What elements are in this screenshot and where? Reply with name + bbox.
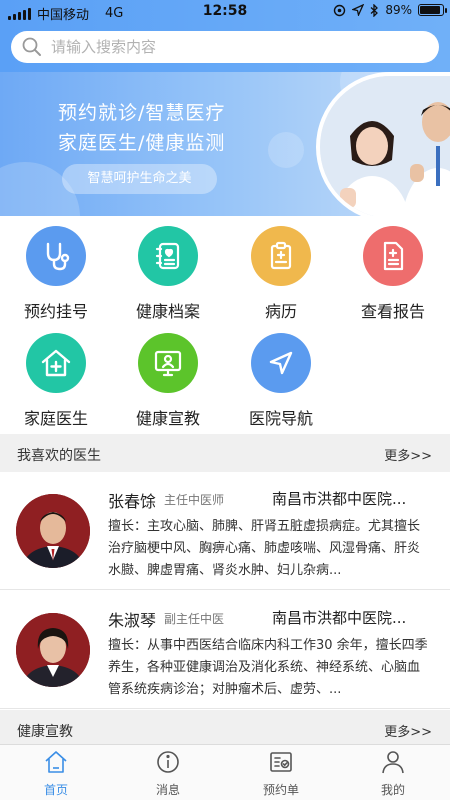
report-icon xyxy=(363,226,423,286)
navigation-icon xyxy=(251,333,311,393)
grid-label: 健康档案 xyxy=(135,302,200,321)
home-plus-icon xyxy=(26,333,86,393)
home-icon xyxy=(45,751,67,773)
orientation-lock-icon xyxy=(334,4,346,16)
stethoscope-icon xyxy=(26,226,86,286)
banner-line-1: 预约就诊/智慧医疗 xyxy=(58,102,226,124)
health-record-icon xyxy=(138,226,198,286)
tab-home[interactable]: 首页 xyxy=(0,749,112,798)
tab-label: 我的 xyxy=(380,783,405,797)
grid-label: 病历 xyxy=(264,302,297,321)
doctor-name: 张春馀 xyxy=(108,492,157,511)
education-more-link[interactable]: 更多>> xyxy=(384,721,432,740)
app-screen: 中国移动 4G 12:58 89% 预约就诊/智慧医疗 家庭医生/ xyxy=(0,0,450,800)
grid-item-health-education[interactable]: 健康宣教 xyxy=(112,333,224,429)
search-icon xyxy=(22,37,41,56)
battery-percent: 89% xyxy=(385,3,412,17)
header: 中国移动 4G 12:58 89% xyxy=(0,0,450,72)
feature-grid: 预约挂号 健康档案 病历 查看报告 家庭医生 健康宣教 医院导航 xyxy=(0,216,450,434)
location-icon xyxy=(352,4,365,16)
doctor-description: 擅长：从事中西医结合临床内科工作30 余年，擅长四季养生，各种亚健康调治及消化系… xyxy=(108,638,428,697)
status-bar: 中国移动 4G 12:58 89% xyxy=(0,0,450,24)
doctor-description: 擅长：主攻心脑、肺脾、肝肾五脏虚损病症。尤其擅长治疗脑梗中风、胸痹心痛、肺虚咳喘… xyxy=(108,519,421,578)
grid-label: 健康宣教 xyxy=(135,409,200,428)
grid-item-family-doctor[interactable]: 家庭医生 xyxy=(0,333,112,429)
doctor-name: 朱淑琴 xyxy=(108,611,157,630)
doctor-hospital: 南昌市洪都中医院... xyxy=(272,609,407,627)
grid-item-medical-record[interactable]: 病历 xyxy=(225,226,337,322)
search-bar[interactable] xyxy=(11,31,439,63)
avatar xyxy=(16,613,90,687)
grid-label: 查看报告 xyxy=(360,302,425,321)
grid-item-appointment[interactable]: 预约挂号 xyxy=(0,226,112,322)
user-icon xyxy=(382,751,404,774)
grid-label: 家庭医生 xyxy=(23,409,88,428)
appointment-icon xyxy=(270,752,292,772)
clipboard-icon xyxy=(251,226,311,286)
promo-banner[interactable]: 预约就诊/智慧医疗 家庭医生/健康监测 智慧呵护生命之美 xyxy=(0,72,450,216)
tab-label: 消息 xyxy=(155,783,180,797)
doctor-card[interactable]: 张春馀 主任中医师 南昌市洪都中医院... 擅长：主攻心脑、肺脾、肝肾五脏虚损病… xyxy=(0,472,450,590)
tab-label: 首页 xyxy=(43,783,68,797)
doctor-card[interactable]: 朱淑琴 副主任中医 南昌市洪都中医院... 擅长：从事中西医结合临床内科工作30… xyxy=(0,591,450,709)
grid-label: 医院导航 xyxy=(248,409,313,428)
info-icon xyxy=(157,751,179,773)
grid-item-health-record[interactable]: 健康档案 xyxy=(112,226,224,322)
section-title: 健康宣教 xyxy=(17,724,73,740)
doctor-title: 主任中医师 xyxy=(164,493,225,507)
banner-slogan: 智慧呵护生命之美 xyxy=(62,164,217,194)
grid-item-hospital-navigation[interactable]: 医院导航 xyxy=(225,333,337,429)
tab-messages[interactable]: 消息 xyxy=(112,749,224,798)
bluetooth-icon xyxy=(370,3,379,17)
monitor-person-icon xyxy=(138,333,198,393)
tab-profile[interactable]: 我的 xyxy=(337,749,449,798)
favorites-header: 我喜欢的医生 更多>> xyxy=(0,434,450,472)
search-input[interactable] xyxy=(51,38,431,56)
avatar xyxy=(16,494,90,568)
section-title: 我喜欢的医生 xyxy=(17,448,101,464)
tab-appointments[interactable]: 预约单 xyxy=(225,749,337,798)
doctor-hospital: 南昌市洪都中医院... xyxy=(272,490,407,508)
doctor-title: 副主任中医 xyxy=(164,612,225,626)
grid-label: 预约挂号 xyxy=(23,302,88,321)
banner-line-2: 家庭医生/健康监测 xyxy=(58,132,226,154)
battery-icon xyxy=(418,4,447,16)
favorites-more-link[interactable]: 更多>> xyxy=(384,445,432,464)
education-header: 健康宣教 更多>> xyxy=(0,710,450,748)
tab-bar: 首页 消息 预约单 我的 xyxy=(0,744,450,800)
grid-item-report[interactable]: 查看报告 xyxy=(337,226,449,322)
tab-label: 预约单 xyxy=(262,783,299,797)
doctors-photo xyxy=(316,72,450,216)
